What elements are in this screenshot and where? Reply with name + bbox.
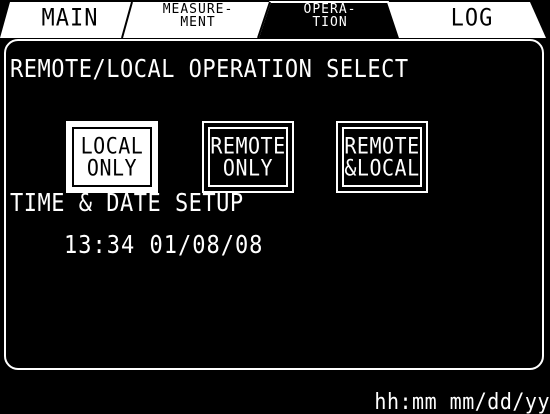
time-date-heading: TIME & DATE SETUP: [10, 189, 244, 218]
tab-operation-line2: TION: [312, 15, 348, 30]
tab-operation[interactable]: OPERA- TION: [270, 3, 390, 29]
status-bar: hh:mm mm/dd/yy: [0, 383, 550, 414]
tab-log[interactable]: LOG: [412, 5, 532, 33]
remote-only-line2: ONLY: [222, 154, 274, 182]
remote-local-button-face: REMOTE &LOCAL: [342, 127, 422, 187]
remote-local-heading: REMOTE/LOCAL OPERATION SELECT: [10, 55, 409, 84]
operation-panel: REMOTE/LOCAL OPERATION SELECT LOCAL ONLY…: [4, 39, 544, 370]
tab-bar: MAIN MEASURE- MENT OPERA- TION LOG: [0, 0, 550, 38]
remote-local-line2: &LOCAL: [344, 154, 420, 182]
tab-measurement-line2: MENT: [180, 15, 216, 30]
time-format-hint: hh:mm mm/dd/yy: [374, 388, 550, 414]
local-only-line2: ONLY: [86, 154, 138, 182]
remote-only-button-face: REMOTE ONLY: [208, 127, 288, 187]
remote-local-button[interactable]: REMOTE &LOCAL: [336, 121, 428, 193]
tab-measurement[interactable]: MEASURE- MENT: [136, 3, 260, 29]
time-date-value[interactable]: 13:34 01/08/08: [64, 231, 263, 260]
tab-main[interactable]: MAIN: [20, 5, 120, 33]
remote-only-button[interactable]: REMOTE ONLY: [202, 121, 294, 193]
local-only-button-face: LOCAL ONLY: [72, 127, 152, 187]
local-only-button[interactable]: LOCAL ONLY: [66, 121, 158, 193]
